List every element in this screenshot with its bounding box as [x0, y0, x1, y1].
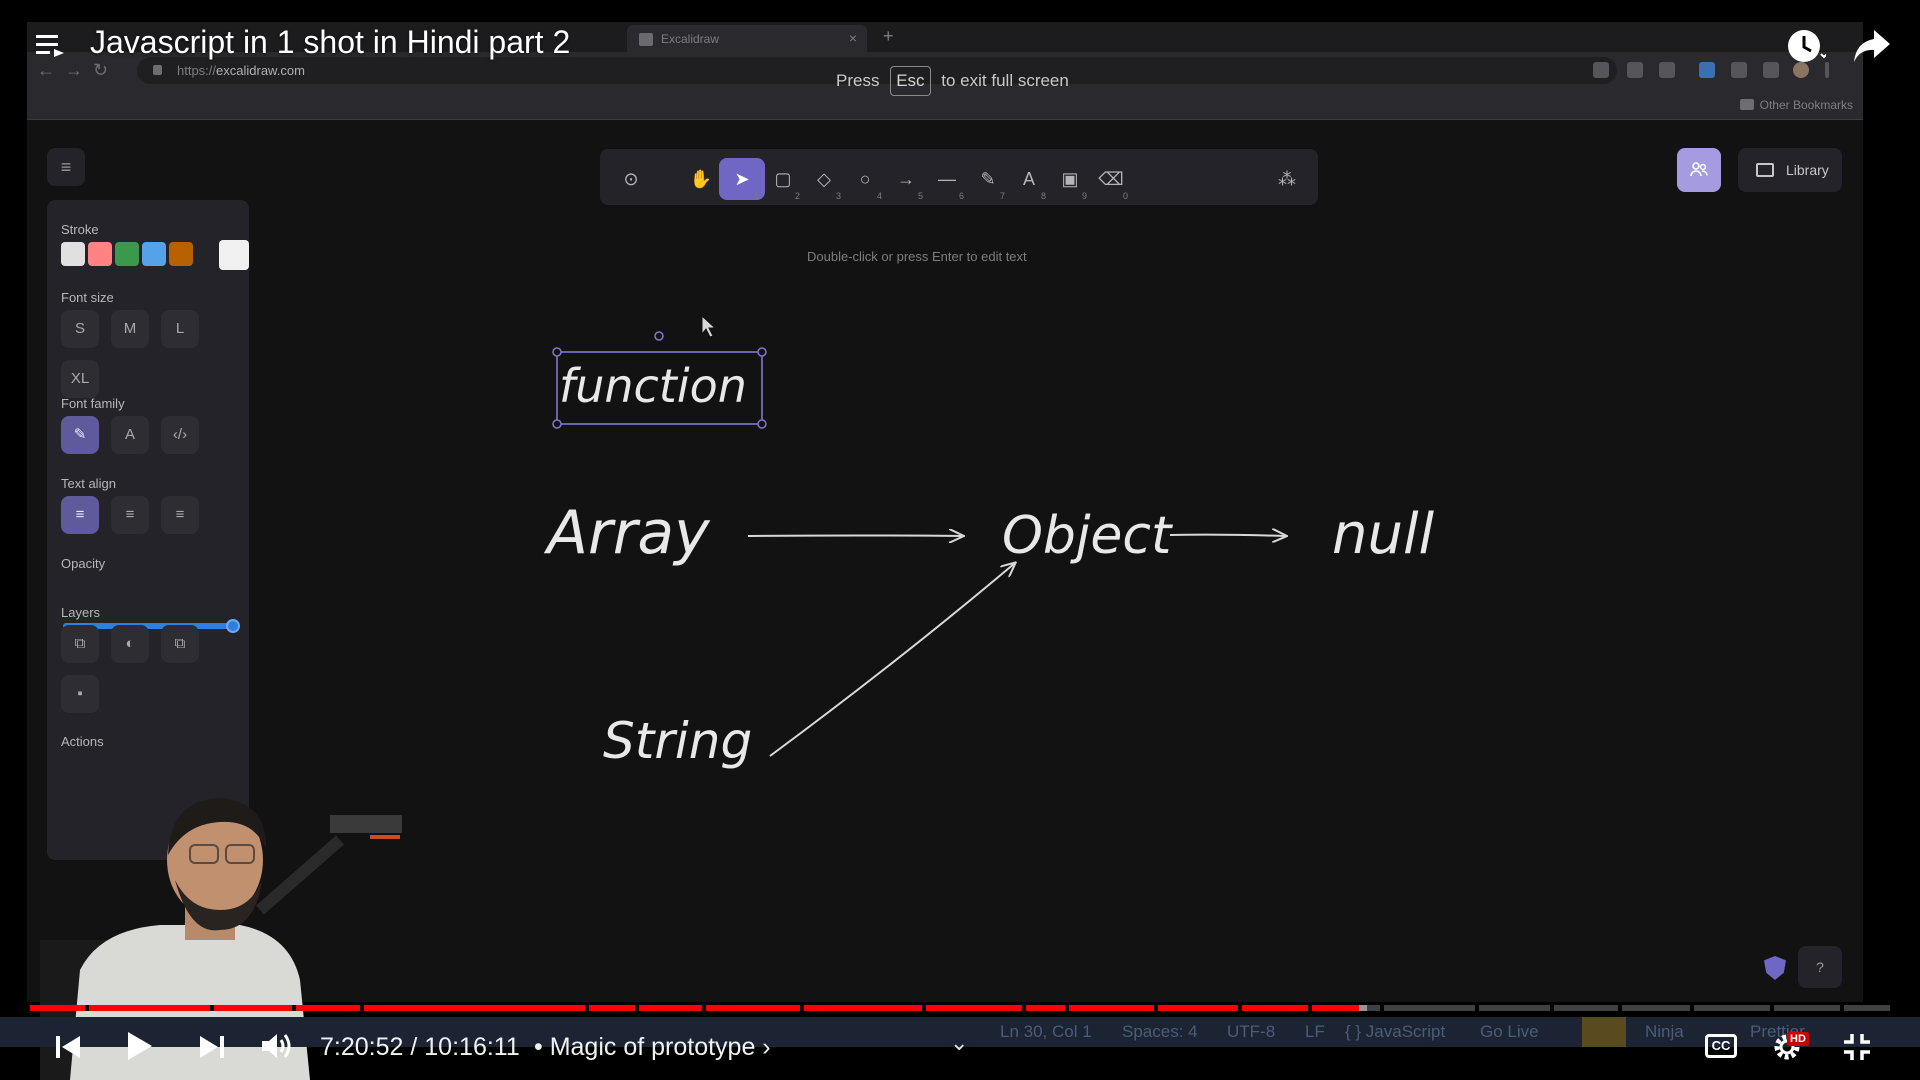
- chapter-marker: [292, 1005, 296, 1011]
- chapter-marker: [1550, 1005, 1554, 1011]
- progress-bar[interactable]: [30, 1005, 1890, 1011]
- chapter-marker: [1308, 1005, 1312, 1011]
- microphone-arm: [256, 835, 344, 915]
- arrow-array-to-object: [747, 536, 963, 537]
- text-function: function: [559, 359, 747, 413]
- go-live: Go Live: [1480, 1022, 1539, 1041]
- exit-fullscreen-icon[interactable]: [1842, 1032, 1872, 1062]
- share-icon[interactable]: [1852, 28, 1892, 64]
- chapter-marker: [1618, 1005, 1622, 1011]
- time-separator: /: [410, 1033, 418, 1061]
- arrow-object-to-null: [1169, 535, 1286, 536]
- volume-icon[interactable]: [260, 1030, 294, 1062]
- language-mode: { } JavaScript: [1345, 1022, 1446, 1041]
- playlist-icon[interactable]: [36, 33, 66, 59]
- resize-handle: [757, 419, 767, 429]
- indent-setting: Spaces: 4: [1122, 1022, 1198, 1041]
- cursor-position: Ln 30, Col 1: [1000, 1022, 1092, 1041]
- hint-rest: to exit full screen: [941, 71, 1069, 90]
- encoding: UTF-8: [1227, 1022, 1276, 1041]
- chapter-title[interactable]: • Magic of prototype ›: [534, 1033, 771, 1062]
- line-ending: LF: [1305, 1022, 1325, 1041]
- chapter-marker: [1154, 1005, 1158, 1011]
- rotate-handle: [654, 331, 664, 341]
- chapter-marker: [210, 1005, 214, 1011]
- chevron-down-icon[interactable]: ⌄: [950, 1030, 968, 1056]
- microphone: [330, 815, 402, 833]
- chapter-marker: [1380, 1005, 1384, 1011]
- hd-badge: HD: [1787, 1032, 1809, 1046]
- video-frame: Excalidraw × + ← → ↻ https://excalidraw.…: [0, 0, 1920, 1080]
- chapter-marker: [1475, 1005, 1479, 1011]
- hint-press: Press: [836, 71, 880, 90]
- chapter-marker: [1065, 1005, 1069, 1011]
- chapter-marker: [1238, 1005, 1242, 1011]
- text-null: null: [1332, 502, 1435, 567]
- chapter-marker: [1022, 1005, 1026, 1011]
- current-time: 7:20:52: [320, 1033, 404, 1061]
- video-title[interactable]: Javascript in 1 shot in Hindi part 2: [90, 24, 570, 61]
- progress-played: [30, 1005, 1360, 1011]
- text-array: Array: [543, 498, 711, 568]
- chapter-marker: [585, 1005, 589, 1011]
- chapter-marker: [360, 1005, 364, 1011]
- status-extension: Ninja: [1645, 1022, 1684, 1041]
- chapter-marker: [1840, 1005, 1844, 1011]
- resize-handle: [552, 419, 562, 429]
- chapter-marker: [922, 1005, 926, 1011]
- chapter-marker: [800, 1005, 804, 1011]
- copilot-icon: [1582, 1017, 1626, 1047]
- chapter-marker: [1690, 1005, 1694, 1011]
- resize-handle: [757, 347, 767, 357]
- text-object: Object: [1002, 506, 1173, 566]
- microphone-light: [370, 835, 400, 839]
- mouse-cursor-icon: [701, 314, 717, 338]
- chapter-marker: [1770, 1005, 1774, 1011]
- esc-key: Esc: [890, 66, 931, 96]
- play-icon[interactable]: [124, 1030, 154, 1062]
- captions-button[interactable]: CC: [1705, 1034, 1737, 1058]
- next-icon[interactable]: [198, 1034, 226, 1060]
- fullscreen-exit-hint: Press Esc to exit full screen: [836, 66, 1069, 96]
- chapter-marker: [635, 1005, 639, 1011]
- resize-handle: [552, 347, 562, 357]
- arrow-string-to-object: [769, 563, 1015, 757]
- previous-icon[interactable]: [54, 1034, 82, 1060]
- chapter-marker: [85, 1005, 89, 1011]
- total-time: 10:16:11: [424, 1033, 520, 1061]
- watch-later-icon[interactable]: [1786, 28, 1826, 68]
- chapter-marker: [702, 1005, 706, 1011]
- text-string: String: [603, 712, 752, 770]
- time-display: 7:20:52 / 10:16:11: [320, 1033, 520, 1062]
